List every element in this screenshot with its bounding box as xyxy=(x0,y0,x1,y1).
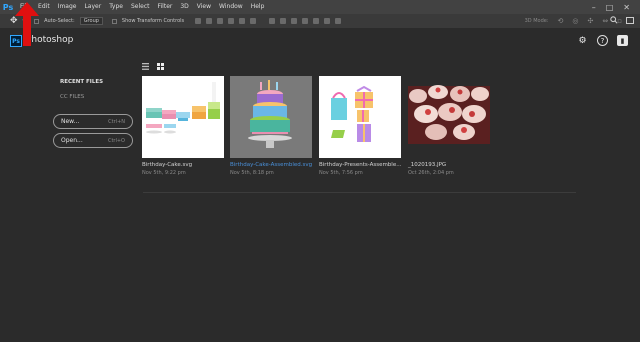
options-bar: ✥ ▾ Auto-Select: Group Show Transform Co… xyxy=(0,14,640,28)
file-card[interactable]: Birthday-Presents-Assemble... Nov 5th, 7… xyxy=(319,76,401,176)
divider xyxy=(143,192,576,193)
file-date: Nov 5th, 9:22 pm xyxy=(142,170,186,176)
open-file-label: Open... xyxy=(61,137,83,144)
align-buttons xyxy=(195,18,257,24)
file-thumbnail[interactable] xyxy=(319,76,401,158)
new-file-shortcut: Ctrl+N xyxy=(108,118,125,125)
close-button[interactable]: ✕ xyxy=(623,3,630,12)
auto-select-dropdown[interactable]: Group xyxy=(79,17,103,25)
menu-3d[interactable]: 3D xyxy=(176,0,192,14)
file-name: Birthday-Cake-Assembled.svg xyxy=(230,162,313,168)
align-bottom-icon[interactable] xyxy=(217,18,224,24)
file-name: _1020193.JPG xyxy=(408,162,447,168)
file-thumbnail[interactable] xyxy=(408,76,490,158)
distribute-bottom-icon[interactable] xyxy=(291,18,298,24)
distribute-center-icon[interactable] xyxy=(313,18,320,24)
distribute-top-icon[interactable] xyxy=(269,18,276,24)
annotation-arrow xyxy=(15,2,39,46)
file-card-selected[interactable]: Birthday-Cake-Assembled.svg Nov 5th, 8:1… xyxy=(230,76,312,176)
align-left-icon[interactable] xyxy=(228,18,235,24)
3d-pan-icon[interactable]: ✣ xyxy=(588,17,594,25)
window-controls: – □ ✕ xyxy=(592,3,640,12)
recent-files-link[interactable]: RECENT FILES xyxy=(60,79,103,85)
account-icon[interactable]: ▮ xyxy=(617,35,628,46)
distribute-right-icon[interactable] xyxy=(324,18,331,24)
distribute-left-icon[interactable] xyxy=(302,18,309,24)
3d-roll-icon[interactable]: ◎ xyxy=(572,17,578,25)
menu-select[interactable]: Select xyxy=(127,0,154,14)
cc-files-link[interactable]: CC FILES xyxy=(60,94,84,100)
3d-slide-icon[interactable]: ⇔ xyxy=(602,17,608,25)
align-top-icon[interactable] xyxy=(195,18,202,24)
align-center-icon[interactable] xyxy=(239,18,246,24)
new-file-label: New... xyxy=(61,118,80,125)
app-header: Ps Photoshop ⚙ ? ▮ xyxy=(0,28,640,54)
new-file-button[interactable]: New... Ctrl+N xyxy=(53,114,133,129)
transform-controls-label: Show Transform Controls xyxy=(121,18,185,24)
file-card[interactable]: Birthday-Cake.svg Nov 5th, 9:22 pm xyxy=(142,76,224,176)
menu-layer[interactable]: Layer xyxy=(80,0,105,14)
3d-mode-group: 3D Mode: ⟲ ◎ ✣ ⇔ ▫ xyxy=(525,17,640,25)
file-date: Nov 5th, 8:18 pm xyxy=(230,170,274,176)
file-name: Birthday-Presents-Assemble... xyxy=(319,162,402,168)
3d-mode-label: 3D Mode: xyxy=(524,18,549,24)
search-icon[interactable] xyxy=(610,16,618,26)
menu-filter[interactable]: Filter xyxy=(154,0,177,14)
help-icon[interactable]: ? xyxy=(597,35,608,46)
gear-icon[interactable]: ⚙ xyxy=(577,35,588,46)
file-thumbnail[interactable] xyxy=(142,76,224,158)
grid-view-icon[interactable] xyxy=(157,63,164,70)
file-thumbnail[interactable] xyxy=(230,76,312,158)
workspace-icon[interactable] xyxy=(626,17,634,24)
menu-view[interactable]: View xyxy=(193,0,215,14)
align-middle-icon[interactable] xyxy=(206,18,213,24)
file-card[interactable]: _1020193.JPG Oct 26th, 2:04 pm xyxy=(408,76,490,176)
open-file-shortcut: Ctrl+O xyxy=(107,137,125,144)
minimize-button[interactable]: – xyxy=(592,3,596,12)
distribute-buttons xyxy=(269,18,342,24)
auto-align-icon[interactable] xyxy=(335,18,342,24)
menu-type[interactable]: Type xyxy=(105,0,127,14)
transform-controls-checkbox[interactable] xyxy=(111,18,117,24)
3d-rotate-icon[interactable]: ⟲ xyxy=(558,17,564,25)
menu-window[interactable]: Window xyxy=(215,0,247,14)
file-name: Birthday-Cake.svg xyxy=(142,162,193,168)
align-right-icon[interactable] xyxy=(250,18,257,24)
list-view-icon[interactable] xyxy=(142,63,149,70)
file-date: Nov 5th, 7:56 pm xyxy=(319,170,363,176)
distribute-middle-icon[interactable] xyxy=(280,18,287,24)
open-file-button[interactable]: Open... Ctrl+O xyxy=(53,133,133,148)
menu-help[interactable]: Help xyxy=(247,0,269,14)
maximize-button[interactable]: □ xyxy=(606,3,614,12)
menu-bar: Ps File Edit Image Layer Type Select Fil… xyxy=(0,0,640,14)
file-date: Oct 26th, 2:04 pm xyxy=(408,170,454,176)
